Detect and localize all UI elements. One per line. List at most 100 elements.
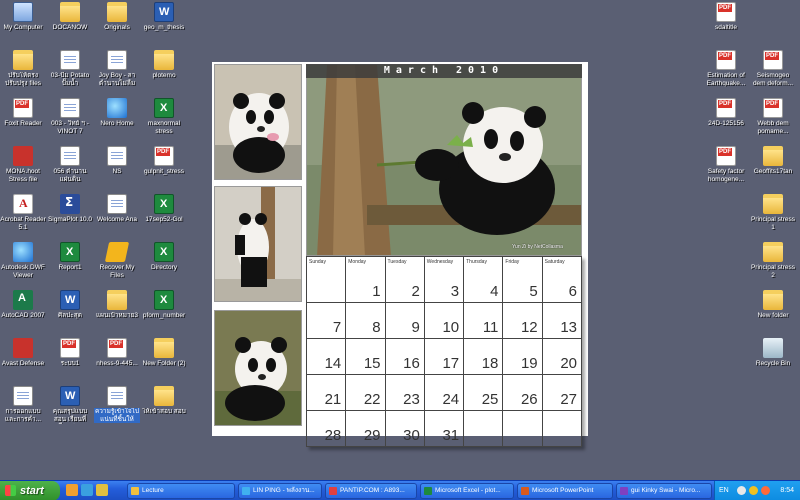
pdf-icon bbox=[107, 338, 127, 358]
desktop-icon[interactable]: SigmaPlot 10.0 bbox=[47, 194, 93, 224]
folder-icon bbox=[763, 242, 783, 262]
network-icon[interactable] bbox=[737, 486, 746, 495]
desktop-icon[interactable]: sdaltitle bbox=[703, 2, 749, 32]
calendar-day-cell: 3 bbox=[424, 266, 465, 303]
desktop-icon[interactable]: Principal stress 1 bbox=[750, 194, 796, 231]
taskbar-task-button[interactable]: PANTIP.COM : A893... bbox=[325, 483, 417, 499]
media-player-icon[interactable] bbox=[66, 484, 78, 496]
globe-icon bbox=[13, 242, 33, 262]
desktop-icon[interactable]: การออกแบบ และการคำ... bbox=[0, 386, 46, 423]
desktop-icon[interactable]: Safety factor homogene... bbox=[703, 146, 749, 183]
desktop-icon[interactable]: maxnormal stress bbox=[141, 98, 187, 135]
desktop-icon[interactable]: Recover My Files bbox=[94, 242, 140, 279]
desktop-icon[interactable]: 056 ตำนาน แผ่นดิน bbox=[47, 146, 93, 183]
taskbar-task-button[interactable]: LIN PING - พลังงาน... bbox=[238, 483, 322, 499]
antivirus-icon[interactable] bbox=[761, 486, 770, 495]
desktop-icon[interactable]: แผนเป้าหมาย3 bbox=[94, 290, 140, 320]
panda-thumbnail-3 bbox=[214, 310, 302, 426]
desktop-icon[interactable]: My Computer bbox=[0, 2, 46, 32]
desktop-icon[interactable]: Principal stress 2 bbox=[750, 242, 796, 279]
desktop-icon[interactable]: Nero Home bbox=[94, 98, 140, 128]
desktop-icon[interactable]: ความรู้เข้าใจไป แน่นที่ชิ้นให้ bbox=[94, 386, 140, 423]
language-indicator[interactable]: EN bbox=[719, 487, 729, 494]
desktop-icon[interactable]: Originals bbox=[94, 2, 140, 32]
desktop-icon-label: plotemo bbox=[152, 72, 176, 79]
taskbar-task-button[interactable]: gui Kinky Swai - Micro... bbox=[616, 483, 712, 499]
pdf-icon bbox=[716, 146, 736, 166]
desktop-icon[interactable]: Directory bbox=[141, 242, 187, 272]
desktop-icon[interactable]: ระบบ1 bbox=[47, 338, 93, 368]
desktop-icon[interactable]: geo_m_thesis bbox=[141, 2, 187, 32]
globe-icon bbox=[107, 98, 127, 118]
desktop-icon[interactable]: NS bbox=[94, 146, 140, 176]
desktop-icon[interactable]: Joy Boy - ลา ตำนานไม่ลืม bbox=[94, 50, 140, 87]
desktop-icon[interactable]: Autodesk DWF Viewer bbox=[0, 242, 46, 279]
panda-main-photo bbox=[306, 64, 582, 256]
volume-icon[interactable] bbox=[749, 486, 758, 495]
desktop-icon-label: การออกแบบ และการคำ... bbox=[4, 408, 42, 423]
panda-calendar-wallpaper: March 2010 Yun Zi by NetCollasma Sunday M… bbox=[212, 62, 588, 447]
desktop-icon-label: sdaltitle bbox=[714, 24, 738, 31]
desktop-icon-label: pform_number bbox=[142, 312, 186, 319]
explorer-icon[interactable] bbox=[96, 484, 108, 496]
desktop-icon[interactable]: Report1 bbox=[47, 242, 93, 272]
desktop-icon[interactable]: ให้เข้าสอบ สอบ bbox=[141, 386, 187, 416]
desktop-icon[interactable]: 003 - วิทย์ ฯ - VINOT 7 bbox=[47, 98, 93, 135]
pdf-icon bbox=[763, 50, 783, 70]
taskbar-task-button[interactable]: Microsoft Excel - plot... bbox=[420, 483, 514, 499]
tray-clock: 8:54 bbox=[780, 487, 794, 494]
calendar-week-row: 123456 bbox=[306, 266, 583, 303]
desktop-icon[interactable]: Welcome Ana bbox=[94, 194, 140, 224]
desktop-icon[interactable]: Webb dem pomarne... bbox=[750, 98, 796, 135]
desktop-icon[interactable]: 24D-125156 bbox=[703, 98, 749, 128]
desktop-icon-label: MONA.hoot Stress file bbox=[6, 168, 40, 183]
folder-icon bbox=[13, 50, 33, 70]
taskbar-task-button[interactable]: Microsoft PowerPoint bbox=[517, 483, 613, 499]
desktop-icon[interactable]: ปรับให้ตรง ปรับปรุง files bbox=[0, 50, 46, 87]
weekday-label: Monday bbox=[345, 256, 386, 267]
desktop-icon[interactable]: Foxit Reader bbox=[0, 98, 46, 128]
desktop-icon[interactable]: MONA.hoot Stress file bbox=[0, 146, 46, 183]
taskbar-task-button[interactable]: Lecture bbox=[127, 483, 235, 499]
pdf-icon bbox=[716, 50, 736, 70]
desktop-icon[interactable]: Geoffits17tan bbox=[750, 146, 796, 176]
desktop-icon[interactable]: plotemo bbox=[141, 50, 187, 80]
desktop-icon[interactable]: ศิลปะสุด bbox=[47, 290, 93, 320]
folder-icon bbox=[154, 338, 174, 358]
desktop-icon[interactable]: Acrobat Reader 5.1 bbox=[0, 194, 46, 231]
desktop-icon[interactable]: AutoCAD 2007 bbox=[0, 290, 46, 320]
desktop-icon[interactable]: Avast Defense bbox=[0, 338, 46, 368]
desktop-icon[interactable]: DOCANOW bbox=[47, 2, 93, 32]
document-icon bbox=[60, 146, 80, 166]
desktop-icon[interactable]: Seismogeo dem deform... bbox=[750, 50, 796, 87]
desktop-icon[interactable]: New Folder (2) bbox=[141, 338, 187, 368]
system-tray: EN 8:54 bbox=[714, 481, 800, 500]
panda-thumbnail-1 bbox=[214, 64, 302, 180]
desktop-icon[interactable]: pform_number bbox=[141, 290, 187, 320]
desktop-icon-label: My Computer bbox=[3, 24, 43, 31]
weekday-label: Thursday bbox=[463, 256, 504, 267]
taskbar-task-label: Lecture bbox=[142, 487, 164, 494]
desktop-icon[interactable]: New folder bbox=[750, 290, 796, 320]
weekday-label: Saturday bbox=[542, 256, 583, 267]
pdf-icon bbox=[763, 98, 783, 118]
sigma-icon bbox=[60, 194, 80, 214]
desktop-icon[interactable]: 03-ปั๊ม Potato ปั๊มน้ำ bbox=[47, 50, 93, 87]
weekday-label: Friday bbox=[502, 256, 543, 267]
desktop-icon[interactable]: คุณสรุปแบบสอน เรียนที่เรียนสร... bbox=[47, 386, 93, 424]
desktop-icon[interactable]: gulpnit_stress bbox=[141, 146, 187, 176]
computer-icon bbox=[13, 2, 33, 22]
desktop-icon[interactable]: nhess-9-445... bbox=[94, 338, 140, 368]
desktop-icon-label: Directory bbox=[150, 264, 177, 271]
excel-icon bbox=[154, 242, 174, 262]
browser-icon[interactable] bbox=[81, 484, 93, 496]
desktop-icon[interactable]: 17sep52-Gol bbox=[141, 194, 187, 224]
desktop-icon-label: 03-ปั๊ม Potato ปั๊มน้ำ bbox=[50, 72, 90, 87]
desktop-icon-label: New folder bbox=[757, 312, 789, 319]
desktop-icon[interactable]: Recycle Bin bbox=[750, 338, 796, 368]
weekday-header-row: Sunday Monday Tuesday Wednesday Thursday Frid… bbox=[306, 256, 583, 267]
taskbar-task-label: gui Kinky Swai - Micro... bbox=[631, 487, 701, 494]
start-button[interactable]: start bbox=[0, 481, 60, 500]
desktop-icon[interactable]: Estimation of Earthquake... bbox=[703, 50, 749, 87]
powerpoint-icon bbox=[521, 487, 529, 495]
